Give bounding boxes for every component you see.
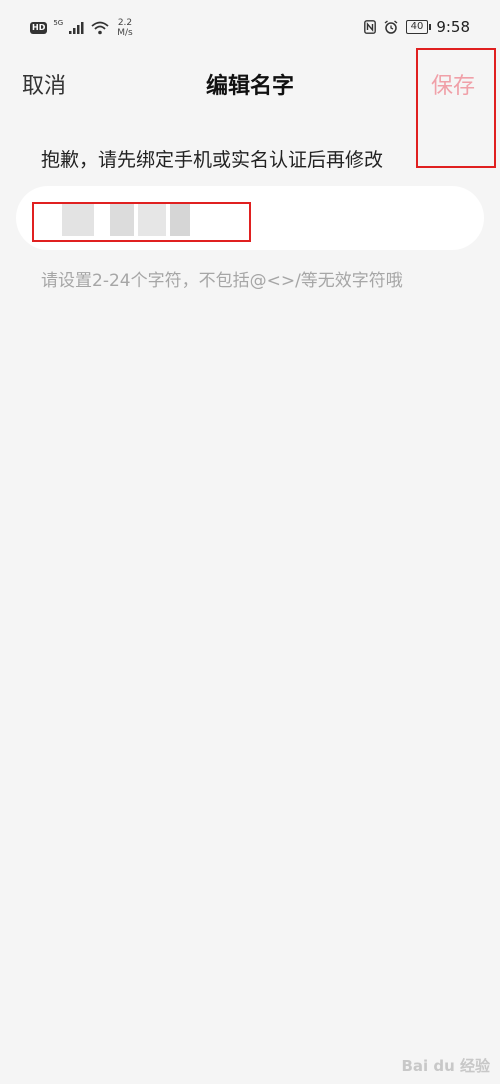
name-rules-hint: 请设置2-24个字符，不包括@<>/等无效字符哦	[41, 271, 403, 291]
cell-signal-icon	[69, 22, 84, 34]
watermark: Bai du 经验	[401, 1057, 490, 1075]
network-type: 5G	[53, 19, 64, 27]
status-right: 40 9:58	[363, 18, 470, 36]
speed-unit: M/s	[117, 28, 133, 38]
speed-value: 2.2	[117, 18, 133, 28]
battery-icon: 40	[405, 20, 432, 34]
network-speed: 2.2 M/s	[117, 18, 133, 38]
save-highlight-box	[416, 48, 496, 168]
binding-notice: 抱歉，请先绑定手机或实名认证后再修改	[41, 149, 384, 171]
hd-badge: HD	[30, 22, 48, 34]
alarm-icon	[384, 20, 398, 34]
wifi-icon	[91, 21, 109, 35]
clock: 9:58	[436, 18, 470, 36]
nfc-icon	[363, 20, 376, 34]
input-highlight-box	[32, 202, 251, 242]
status-left: HD 5G 2.2 M/s	[30, 18, 133, 38]
